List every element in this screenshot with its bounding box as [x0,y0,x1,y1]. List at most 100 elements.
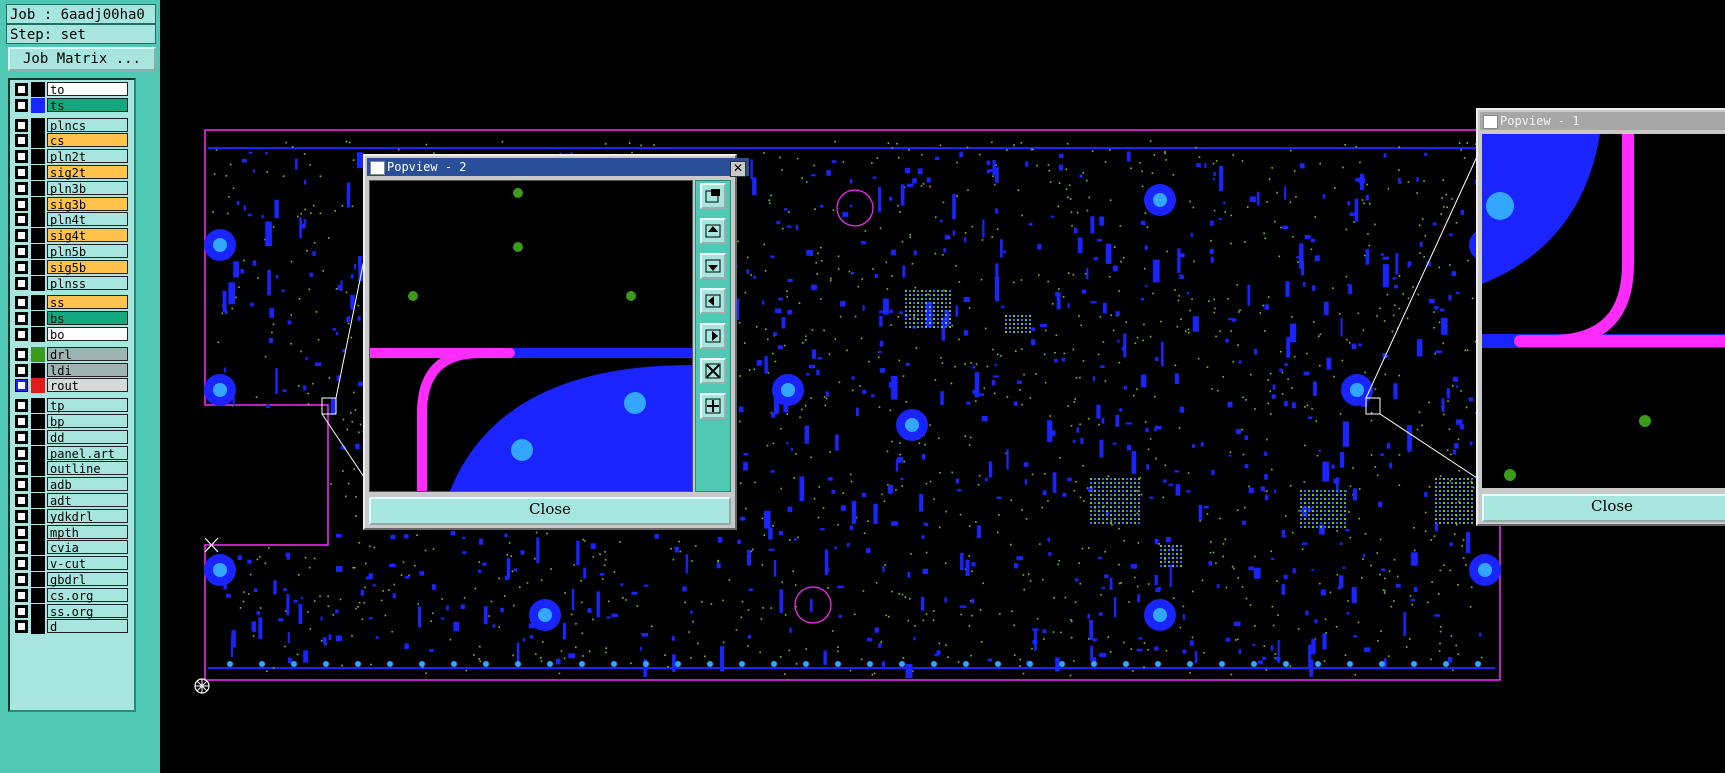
pan-left-icon[interactable] [700,288,726,314]
layer-checkbox[interactable] [15,213,28,227]
layer-color-swatch[interactable] [31,603,45,619]
layer-row-sig5b[interactable]: sig5b [12,259,130,275]
layer-color-swatch[interactable] [31,311,45,327]
layer-checkbox[interactable] [15,134,28,148]
layer-color-swatch[interactable] [31,398,45,414]
layer-row-to[interactable]: to [12,82,130,97]
layer-checkbox[interactable] [15,462,28,476]
layer-row-sig3b[interactable]: sig3b [12,196,130,212]
layer-color-swatch[interactable] [31,414,45,429]
layer-checkbox[interactable] [15,98,28,112]
layer-row-ldi[interactable]: ldi [12,362,130,378]
layer-name[interactable]: panel.art [47,445,128,461]
layer-color-swatch[interactable] [31,149,45,165]
layer-name[interactable]: sig4t [47,228,128,243]
layer-name[interactable]: bp [47,414,128,429]
close-icon[interactable]: ✕ [730,161,746,177]
zoom-out-icon[interactable] [700,393,726,419]
layer-checkbox[interactable] [15,296,28,310]
layer-checkbox[interactable] [15,557,28,571]
layer-name[interactable]: d [47,619,128,634]
popview-1-close-button[interactable]: Close [1482,494,1725,522]
layer-name[interactable]: drl [47,346,128,362]
zoom-in-icon[interactable] [700,358,726,384]
layer-name[interactable]: pln5b [47,244,128,259]
layer-color-swatch[interactable] [31,259,45,275]
layer-name[interactable]: to [47,82,128,97]
layer-checkbox[interactable] [15,573,28,586]
layer-color-swatch[interactable] [31,97,45,113]
layer-name[interactable]: sig3b [47,196,128,212]
popview-2-viewport[interactable] [369,180,693,492]
popview-2-close-button[interactable]: Close [369,497,731,525]
layer-name[interactable]: sig2t [47,165,128,180]
layer-name[interactable]: adb [47,477,128,492]
layer-checkbox[interactable] [15,245,28,258]
layer-color-swatch[interactable] [31,587,45,603]
layer-color-swatch[interactable] [31,327,45,342]
layer-checkbox[interactable] [15,229,28,243]
layer-checkbox[interactable] [15,541,28,555]
layer-color-swatch[interactable] [31,295,45,311]
layer-name[interactable]: ts [47,97,128,113]
layer-name[interactable]: cs [47,133,128,148]
layer-color-swatch[interactable] [31,228,45,244]
layer-name[interactable]: mpth [47,524,128,540]
layer-name[interactable]: v-cut [47,556,128,571]
layer-name[interactable]: ss [47,295,128,310]
layer-row-sig4t[interactable]: sig4t [12,228,130,244]
layer-row-bp[interactable]: bp [12,414,130,429]
layer-color-swatch[interactable] [31,524,45,540]
layer-checkbox[interactable] [15,181,28,195]
pan-up-icon[interactable] [700,218,726,244]
layer-checkbox[interactable] [15,415,28,428]
layer-checkbox[interactable] [15,328,28,341]
layer-name[interactable]: plncs [47,117,128,133]
layer-row-pln3b[interactable]: pln3b [12,180,130,196]
layer-checkbox[interactable] [15,150,28,164]
layer-name[interactable]: bo [47,327,128,342]
layer-color-swatch[interactable] [31,196,45,212]
layer-name[interactable]: cs.org [47,587,128,603]
layer-row-mpth[interactable]: mpth [12,524,130,540]
layer-row-adb[interactable]: adb [12,477,130,493]
layer-checkbox[interactable] [15,446,28,460]
layer-checkbox[interactable] [15,478,28,492]
layer-color-swatch[interactable] [31,461,45,477]
layer-row-pln5b[interactable]: pln5b [12,244,130,259]
layer-name[interactable]: rout [47,378,128,393]
layer-color-swatch[interactable] [31,619,45,635]
layer-row-adt[interactable]: adt [12,493,130,508]
layer-name[interactable]: tp [47,398,128,413]
layer-row-ss.org[interactable]: ss.org [12,603,130,619]
layer-checkbox[interactable] [15,197,28,211]
layer-name[interactable]: adt [47,493,128,508]
layer-color-swatch[interactable] [31,82,45,97]
layer-checkbox[interactable] [15,260,28,274]
layer-color-swatch[interactable] [31,477,45,493]
layer-color-swatch[interactable] [31,378,45,394]
layer-checkbox[interactable] [15,430,28,444]
layer-checkbox[interactable] [15,620,28,634]
layer-row-pln2t[interactable]: pln2t [12,149,130,165]
layer-row-cs.org[interactable]: cs.org [12,587,130,603]
layer-checkbox[interactable] [15,494,28,507]
popview-1-viewport[interactable] [1482,134,1725,488]
layer-color-swatch[interactable] [31,180,45,196]
layer-color-swatch[interactable] [31,572,45,587]
layer-row-plnss[interactable]: plnss [12,275,130,291]
layer-row-cvia[interactable]: cvia [12,540,130,556]
layer-row-tp[interactable]: tp [12,398,130,414]
layer-row-d[interactable]: d [12,619,130,635]
layer-row-drl[interactable]: drl [12,346,130,362]
layer-row-ss[interactable]: ss [12,295,130,311]
layer-color-swatch[interactable] [31,275,45,291]
layer-checkbox[interactable] [15,347,28,361]
layer-checkbox[interactable] [15,379,28,393]
layer-row-v-cut[interactable]: v-cut [12,556,130,572]
layer-color-swatch[interactable] [31,362,45,378]
zoom-fit-icon[interactable] [700,183,726,209]
pan-down-icon[interactable] [700,253,726,279]
layer-row-pln4t[interactable]: pln4t [12,212,130,228]
layer-color-swatch[interactable] [31,445,45,461]
